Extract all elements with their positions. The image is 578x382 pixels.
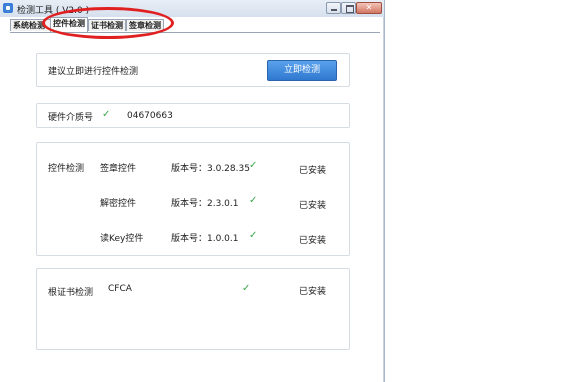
detect-now-button[interactable]: 立即检测 [267,60,337,81]
control-status: 已安装 [299,166,327,176]
tab-bar: 系统检测 控件检测 证书检测 签章检测 [10,17,380,33]
control-status: 已安装 [299,236,327,246]
check-icon: ✓ [242,283,251,294]
check-icon: ✓ [249,195,258,206]
tab-system-check[interactable]: 系统检测 [10,19,51,31]
minimize-button[interactable] [326,2,341,14]
minimize-icon [331,9,337,11]
root-cert-panel [36,268,350,350]
check-icon: ✓ [102,109,111,120]
root-cert-name: CFCA [108,284,132,294]
control-version: 版本号：1.0.0.1 [171,234,239,244]
app-icon [3,3,13,13]
tab-seal-check[interactable]: 签章检测 [126,19,164,31]
maximize-button[interactable] [341,2,356,14]
hardware-label: 硬件介质号 [48,113,94,123]
controls-section-label: 控件检测 [48,164,85,174]
control-version: 版本号：3.0.28.35 [171,164,250,174]
hardware-value: 04670663 [127,111,173,121]
control-version: 版本号：2.3.0.1 [171,199,239,209]
close-icon: ✕ [365,3,373,12]
title-bar[interactable]: 检测工具 ( V2.0 ) ✕ [0,0,384,17]
control-name: 解密控件 [100,199,137,209]
control-name: 签章控件 [100,164,137,174]
tab-certificate-check[interactable]: 证书检测 [88,19,126,31]
root-cert-label: 根证书检测 [48,288,94,298]
close-button[interactable]: ✕ [356,2,382,14]
detect-prompt: 建议立即进行控件检测 [48,67,139,77]
window-title: 检测工具 ( V2.0 ) [17,6,90,16]
check-icon: ✓ [249,160,258,171]
maximize-icon [346,5,354,13]
root-cert-status: 已安装 [299,287,327,297]
app-window: 检测工具 ( V2.0 ) ✕ 系统检测 控件检测 证书检测 签章检测 建议立即… [0,0,385,382]
tab-control-check[interactable]: 控件检测 [50,17,88,32]
window-border [383,17,384,382]
control-name: 读Key控件 [100,234,144,244]
check-icon: ✓ [249,230,258,241]
control-status: 已安装 [299,201,327,211]
